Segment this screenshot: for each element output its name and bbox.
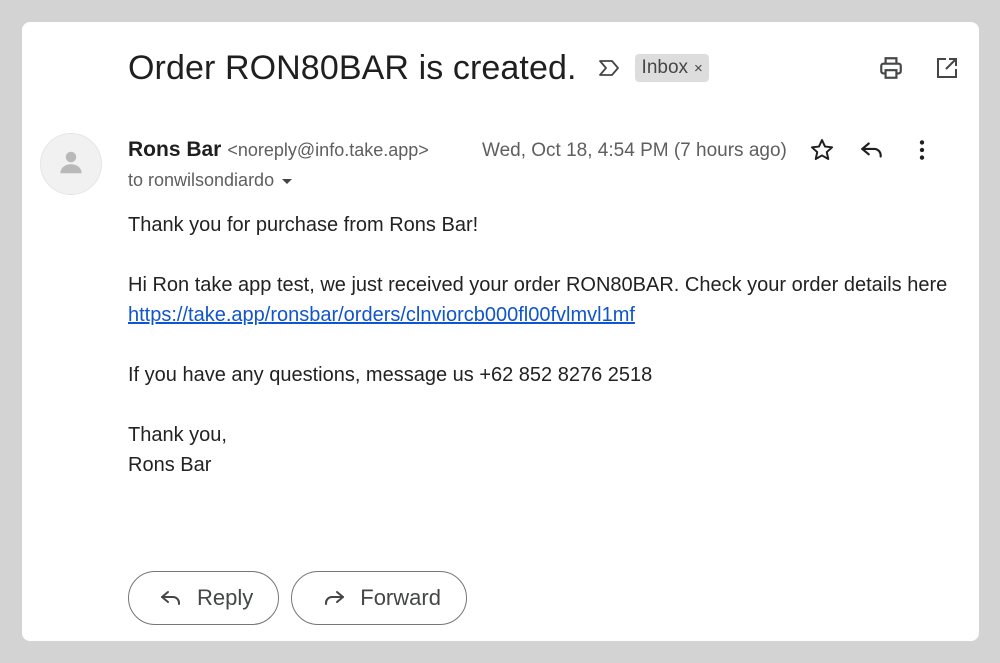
- recipient-text: to ronwilsondiardo: [128, 170, 275, 190]
- forward-button[interactable]: Forward: [291, 571, 467, 625]
- forward-icon: [322, 586, 346, 610]
- inbox-label-chip: Inbox ×: [634, 54, 709, 82]
- recipient-details-toggle[interactable]: to ronwilsondiardo: [128, 170, 293, 191]
- print-icon[interactable]: [877, 54, 905, 82]
- chevron-down-icon: [282, 179, 293, 184]
- reply-label: Reply: [197, 585, 254, 610]
- reply-button[interactable]: Reply: [128, 571, 280, 625]
- label-text: Inbox: [641, 57, 689, 78]
- reply-icon[interactable]: [858, 136, 886, 164]
- sender-email: <noreply@info.take.app>: [227, 140, 429, 160]
- more-vertical-icon[interactable]: [908, 136, 936, 164]
- body-line: Thank you for purchase from Rons Bar!: [128, 214, 479, 236]
- reply-actions: Reply Forward: [128, 571, 467, 625]
- open-in-new-window-icon[interactable]: [933, 54, 961, 82]
- signature-line: Thank you,: [128, 424, 227, 446]
- body-line: If you have any questions, message us +6…: [128, 364, 653, 386]
- order-details-link[interactable]: https://take.app/ronsbar/orders/clnviorc…: [128, 304, 635, 326]
- subject-row: Order RON80BAR is created. Inbox ×: [128, 46, 709, 90]
- sender-line: Rons Bar <noreply@info.take.app>: [128, 138, 429, 162]
- email-date: Wed, Oct 18, 4:54 PM (7 hours ago): [482, 140, 787, 161]
- message-actions: [808, 136, 936, 164]
- body-line: Hi Ron take app test, we just received y…: [128, 274, 948, 296]
- reply-icon: [159, 586, 183, 610]
- important-marker-icon[interactable]: [597, 55, 623, 81]
- sender-name[interactable]: Rons Bar: [128, 138, 221, 162]
- forward-label: Forward: [360, 585, 441, 610]
- signature-line: Rons Bar: [128, 454, 212, 476]
- email-view: Order RON80BAR is created. Inbox × Rons …: [22, 22, 979, 641]
- thread-toolbar: [877, 54, 961, 82]
- remove-label-button[interactable]: ×: [694, 60, 703, 77]
- sender-avatar: [40, 133, 102, 195]
- star-icon[interactable]: [808, 136, 836, 164]
- email-subject: Order RON80BAR is created.: [128, 48, 577, 87]
- email-body: Thank you for purchase from Rons Bar! Hi…: [128, 210, 968, 480]
- person-icon: [56, 147, 86, 182]
